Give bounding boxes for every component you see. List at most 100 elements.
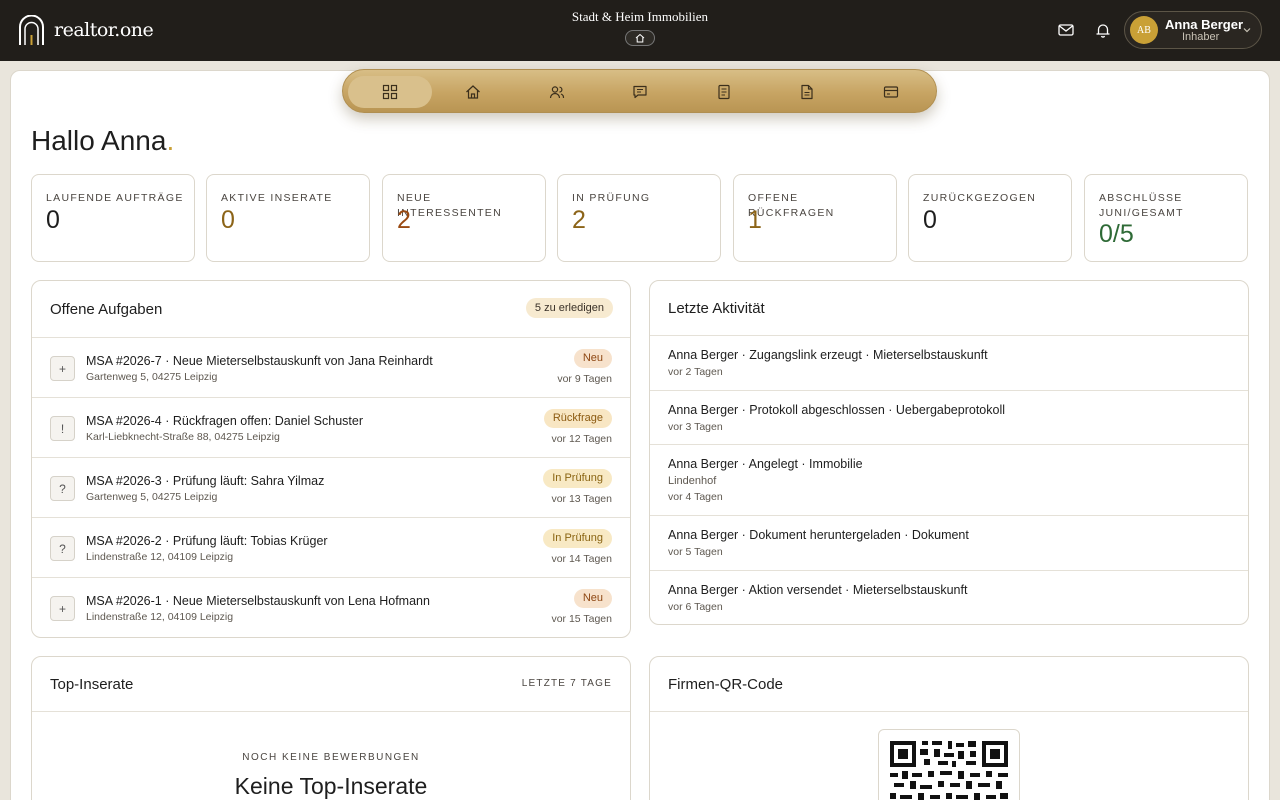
home-icon	[466, 85, 480, 99]
card-title: Top-Inserate	[50, 676, 134, 693]
avatar: AB	[1130, 16, 1158, 44]
task-row[interactable]: ! MSA #2026-4 · Rückfragen offen: Daniel…	[32, 397, 630, 457]
activity-text: Anna Berger · Aktion versendet · Mieters…	[668, 583, 968, 597]
user-menu[interactable]: AB Anna Berger Inhaber	[1124, 11, 1262, 49]
task-title: MSA #2026-3 · Prüfung läuft: Sahra Yilma…	[86, 474, 325, 488]
activity-row[interactable]: Anna Berger · Zugangslink erzeugt · Miet…	[650, 335, 1248, 390]
activity-row[interactable]: Anna Berger · Protokoll abgeschlossen · …	[650, 390, 1248, 445]
nav-properties[interactable]	[431, 76, 515, 108]
activity-text: Anna Berger · Dokument heruntergeladen ·…	[668, 528, 969, 542]
tasks-count-badge: 5 zu erledigen	[525, 298, 613, 318]
stat-value: 0	[221, 206, 235, 234]
card-title: Letzte Aktivität	[668, 300, 765, 317]
company-home-button[interactable]	[625, 30, 655, 46]
main-nav	[342, 69, 937, 113]
mail-icon[interactable]	[1057, 21, 1075, 39]
chevron-down-icon	[1243, 28, 1251, 33]
stat-card-new-leads[interactable]: NEUE INTERESSENTEN 2	[382, 174, 546, 262]
stat-label: LAUFENDE AUFTRÄGE	[46, 192, 184, 204]
status-badge: Rückfrage	[543, 409, 612, 428]
document-icon	[801, 84, 813, 100]
stat-card-in-review[interactable]: IN PRÜFUNG 2	[557, 174, 721, 262]
bell-icon[interactable]	[1094, 21, 1112, 39]
activity-text: Anna Berger · Zugangslink erzeugt · Miet…	[668, 348, 988, 362]
stat-label: IN PRÜFUNG	[572, 192, 651, 204]
stat-card-withdrawn[interactable]: ZURÜCKGEZOGEN 0	[908, 174, 1072, 262]
task-time: vor 9 Tagen	[557, 373, 612, 385]
stat-card-closings[interactable]: ABSCHLÜSSE JUNI/GESAMT 0/5	[1084, 174, 1248, 262]
open-tasks-card: Offene Aufgaben 5 zu erledigen + MSA #20…	[31, 280, 631, 638]
chat-icon	[633, 85, 647, 99]
stat-value: 2	[572, 206, 586, 234]
task-time: vor 14 Tagen	[551, 553, 612, 565]
card-icon	[883, 86, 899, 98]
query-alert-icon: !	[50, 416, 75, 441]
stat-card-active-listings[interactable]: AKTIVE INSERATE 0	[206, 174, 370, 262]
task-row[interactable]: ? MSA #2026-2 · Prüfung läuft: Tobias Kr…	[32, 517, 630, 577]
activity-time: vor 3 Tagen	[668, 421, 723, 433]
stat-value: 0	[923, 206, 937, 234]
activity-row[interactable]: Anna Berger · Angelegt · Immobilie Linde…	[650, 444, 1248, 515]
new-request-icon: +	[50, 596, 75, 621]
task-row[interactable]: ? MSA #2026-3 · Prüfung läuft: Sahra Yil…	[32, 457, 630, 517]
nav-self-disclosures[interactable]	[682, 76, 766, 108]
nav-contacts[interactable]	[515, 76, 599, 108]
nav-billing[interactable]	[849, 76, 933, 108]
task-address: Lindenstraße 12, 04109 Leipzig	[86, 551, 234, 563]
stat-card-open-queries[interactable]: OFFENE RÜCKFRAGEN 1	[733, 174, 897, 262]
stat-card-running-orders[interactable]: LAUFENDE AUFTRÄGE 0	[31, 174, 195, 262]
divider	[650, 711, 1248, 712]
user-name: Anna Berger	[1165, 17, 1244, 32]
activity-text: Anna Berger · Protokoll abgeschlossen · …	[668, 403, 1005, 417]
activity-time: vor 4 Tagen	[668, 491, 723, 503]
task-title: MSA #2026-2 · Prüfung läuft: Tobias Krüg…	[86, 534, 328, 548]
document-list-icon	[718, 84, 730, 100]
task-time: vor 15 Tagen	[551, 613, 612, 625]
stat-value: 0/5	[1099, 220, 1134, 248]
card-title: Offene Aufgaben	[50, 301, 163, 318]
status-badge: Neu	[573, 589, 612, 608]
card-title: Firmen-QR-Code	[668, 676, 784, 693]
stat-label: OFFENE RÜCKFRAGEN	[748, 192, 835, 219]
range-label: LETZTE 7 TAGE	[521, 678, 612, 689]
task-row[interactable]: + MSA #2026-7 · Neue Mieterselbstauskunf…	[32, 337, 630, 397]
company-name: Stadt & Heim Immobilien	[571, 9, 709, 24]
stat-value: 0	[46, 206, 60, 234]
qr-code-card: Firmen-QR-Code	[649, 656, 1249, 800]
stat-value: 2	[397, 206, 411, 234]
users-icon	[549, 86, 565, 99]
divider	[32, 711, 630, 712]
top-listings-card: Top-Inserate LETZTE 7 TAGE NOCH KEINE BE…	[31, 656, 631, 800]
stat-label: AKTIVE INSERATE	[221, 192, 333, 204]
empty-state-title: Keine Top-Inserate	[234, 773, 428, 799]
task-title: MSA #2026-1 · Neue Mieterselbstauskunft …	[86, 594, 430, 608]
nav-messages[interactable]	[598, 76, 682, 108]
task-address: Lindenstraße 12, 04109 Leipzig	[86, 611, 234, 623]
user-role: Inhaber	[1182, 31, 1220, 43]
nav-dashboard[interactable]	[348, 76, 432, 108]
task-title: MSA #2026-4 · Rückfragen offen: Daniel S…	[86, 414, 364, 428]
task-address: Karl-Liebknecht-Straße 88, 04275 Leipzig	[86, 431, 280, 443]
activity-time: vor 5 Tagen	[668, 546, 723, 558]
activity-row[interactable]: Anna Berger · Aktion versendet · Mieters…	[650, 570, 1248, 624]
stat-label: ABSCHLÜSSE JUNI/GESAMT	[1099, 192, 1184, 219]
activity-row[interactable]: Anna Berger · Dokument heruntergeladen ·…	[650, 515, 1248, 570]
status-badge: In Prüfung	[543, 469, 612, 488]
stat-value: 1	[748, 206, 762, 234]
activity-time: vor 2 Tagen	[668, 366, 723, 378]
activity-time: vor 6 Tagen	[668, 601, 723, 613]
greeting-text: Hallo Anna	[31, 125, 167, 156]
stat-label: NEUE INTERESSENTEN	[397, 192, 502, 219]
review-question-icon: ?	[50, 536, 75, 561]
new-request-icon: +	[50, 356, 75, 381]
qr-code-frame[interactable]	[878, 729, 1020, 800]
nav-documents[interactable]	[765, 76, 849, 108]
empty-state-kicker: NOCH KEINE BEWERBUNGEN	[242, 752, 420, 763]
dashboard-icon	[382, 84, 398, 100]
qr-code-icon	[890, 741, 1008, 800]
status-badge: Neu	[573, 349, 612, 368]
home-icon	[635, 33, 645, 43]
task-row[interactable]: + MSA #2026-1 · Neue Mieterselbstauskunf…	[32, 577, 630, 637]
greeting-dot: .	[166, 125, 175, 156]
activity-detail: Lindenhof	[668, 475, 717, 487]
